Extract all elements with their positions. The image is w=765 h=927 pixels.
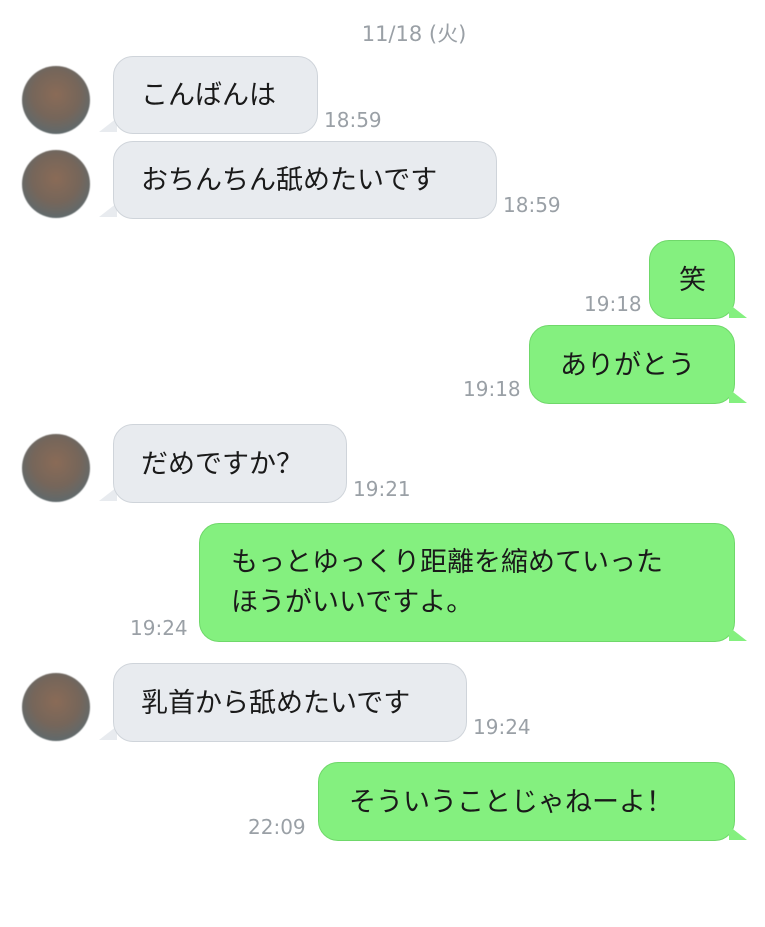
message-time: 19:21 [353,477,411,501]
message-text-line: ほうがいいですよ。 [231,587,474,618]
incoming-message-bubble[interactable]: こんばんは [113,56,318,134]
message-text: ありがとう [560,350,695,381]
message-time: 19:24 [130,616,188,640]
message-text-line: もっとゆっくり距離を縮めていった [231,547,663,578]
avatar[interactable] [22,150,90,218]
avatar[interactable] [22,434,90,502]
message-text: そういうことじゃねーよ！ [349,787,673,818]
avatar[interactable] [22,673,90,741]
date-header: 11/18 (火) [361,22,467,46]
bubble-tail [729,304,747,318]
message-text: こんばんは [141,80,276,111]
outgoing-message-bubble[interactable]: そういうことじゃねーよ！ [318,762,735,841]
incoming-message-bubble[interactable]: おちんちん舐めたいです [113,141,497,219]
message-text: 笑 [679,265,706,296]
avatar[interactable] [22,66,90,134]
message-time: 18:59 [324,108,382,132]
message-time: 18:59 [503,193,561,217]
message-time: 22:09 [248,815,306,839]
message-text: 乳首から舐めたいです [141,688,411,719]
outgoing-message-bubble[interactable]: もっとゆっくり距離を縮めていった ほうがいいですよ。 [199,523,735,642]
message-time: 19:18 [463,377,521,401]
incoming-message-bubble[interactable]: だめですか？ [113,424,347,503]
message-time: 19:18 [584,292,642,316]
outgoing-message-bubble[interactable]: ありがとう [529,325,735,404]
incoming-message-bubble[interactable]: 乳首から舐めたいです [113,663,467,742]
bubble-tail [729,826,747,840]
message-time: 19:24 [473,715,531,739]
outgoing-message-bubble[interactable]: 笑 [649,240,735,319]
bubble-tail [729,389,747,403]
message-text: おちんちん舐めたいです [141,165,438,196]
bubble-tail [729,627,747,641]
message-text: だめですか？ [141,449,303,480]
